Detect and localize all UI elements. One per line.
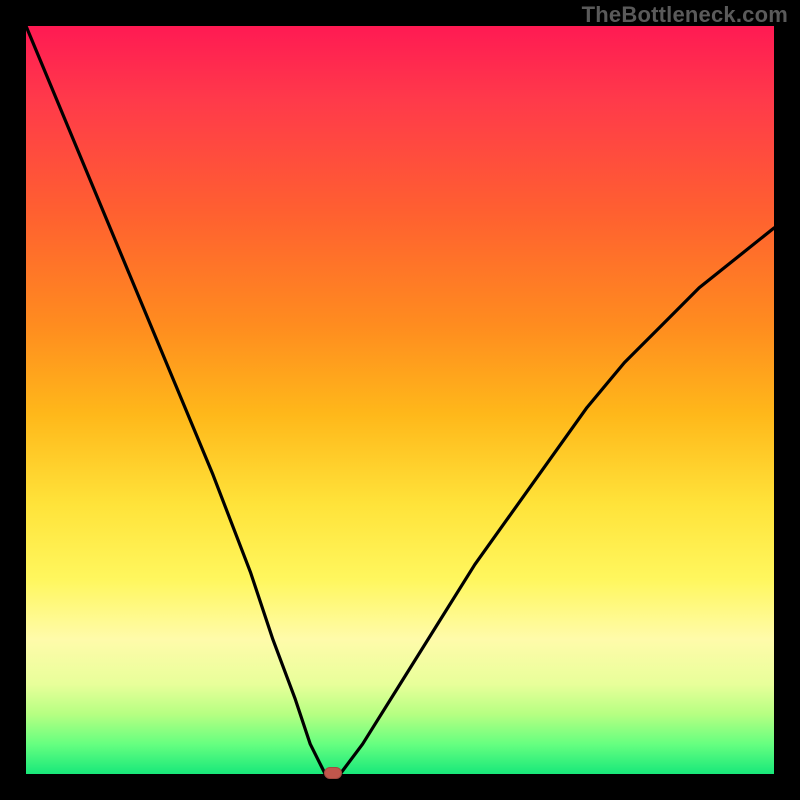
curve-svg [26, 26, 774, 774]
bottleneck-curve [26, 26, 774, 774]
chart-frame: TheBottleneck.com [0, 0, 800, 800]
watermark-label: TheBottleneck.com [582, 2, 788, 28]
optimum-marker [324, 767, 342, 779]
plot-area [26, 26, 774, 774]
